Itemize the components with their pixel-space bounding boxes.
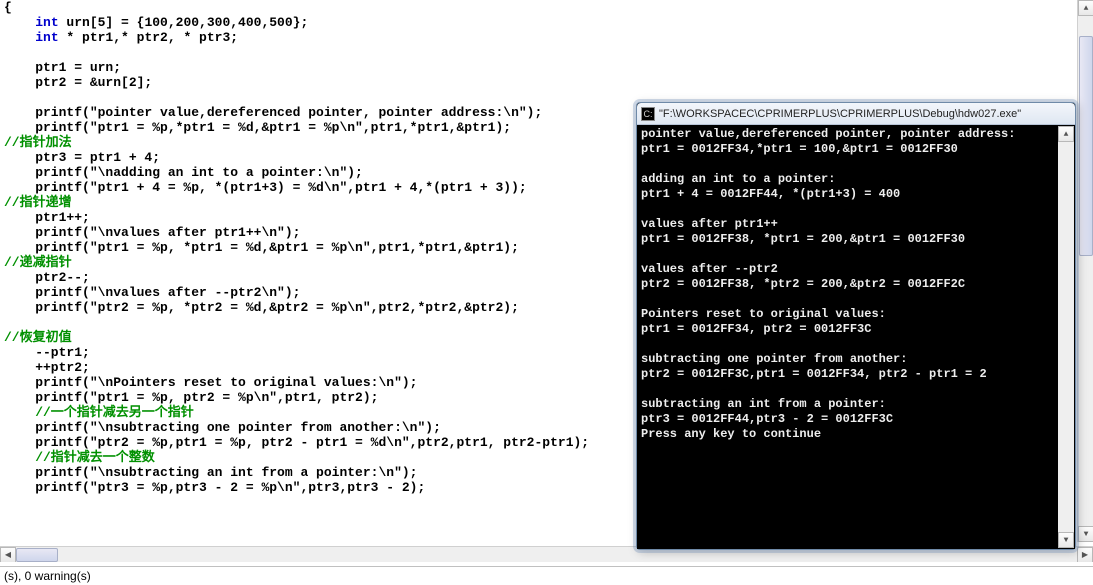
console-titlebar[interactable]: C: "F:\WORKSPACEC\CPRIMERPLUS\CPRIMERPLU… xyxy=(637,103,1075,125)
console-line: ptr2 = 0012FF38, *ptr2 = 200,&ptr2 = 001… xyxy=(641,277,1071,292)
code-line[interactable] xyxy=(4,45,1089,60)
console-line: values after --ptr2 xyxy=(641,262,1071,277)
console-line xyxy=(641,247,1071,262)
console-line: ptr1 = 0012FF34,*ptr1 = 100,&ptr1 = 0012… xyxy=(641,142,1071,157)
console-line: ptr1 = 0012FF34, ptr2 = 0012FF3C xyxy=(641,322,1071,337)
scroll-down-button[interactable]: ▼ xyxy=(1078,526,1093,542)
console-line: pointer value,dereferenced pointer, poin… xyxy=(641,127,1071,142)
scroll-up-button[interactable]: ▲ xyxy=(1078,0,1093,16)
console-line: subtracting an int from a pointer: xyxy=(641,397,1071,412)
scroll-track-v[interactable] xyxy=(1078,16,1093,526)
code-line[interactable]: ptr2 = &urn[2]; xyxy=(4,75,1089,90)
code-line[interactable]: { xyxy=(4,0,1089,15)
console-line: ptr3 = 0012FF44,ptr3 - 2 = 0012FF3C xyxy=(641,412,1071,427)
console-scroll-up-button[interactable]: ▲ xyxy=(1058,126,1074,142)
console-line: subtracting one pointer from another: xyxy=(641,352,1071,367)
console-line: Press any key to continue xyxy=(641,427,1071,442)
code-line[interactable]: int * ptr1,* ptr2, * ptr3; xyxy=(4,30,1089,45)
console-line: Pointers reset to original values: xyxy=(641,307,1071,322)
console-title-text: "F:\WORKSPACEC\CPRIMERPLUS\CPRIMERPLUS\D… xyxy=(659,108,1021,120)
code-line[interactable]: int urn[5] = {100,200,300,400,500}; xyxy=(4,15,1089,30)
console-line: values after ptr1++ xyxy=(641,217,1071,232)
console-line xyxy=(641,337,1071,352)
scroll-left-button[interactable]: ◀ xyxy=(0,547,16,562)
editor-vertical-scrollbar[interactable]: ▲ ▼ xyxy=(1077,0,1093,542)
console-scroll-track[interactable] xyxy=(1058,142,1074,532)
status-bar: (s), 0 warning(s) xyxy=(0,566,1093,584)
console-line: ptr1 + 4 = 0012FF44, *(ptr1+3) = 400 xyxy=(641,187,1071,202)
console-window[interactable]: C: "F:\WORKSPACEC\CPRIMERPLUS\CPRIMERPLU… xyxy=(636,102,1076,550)
console-line xyxy=(641,157,1071,172)
scroll-thumb-v[interactable] xyxy=(1079,36,1093,256)
console-line xyxy=(641,202,1071,217)
console-line: adding an int to a pointer: xyxy=(641,172,1071,187)
console-line xyxy=(641,292,1071,307)
console-icon: C: xyxy=(641,107,655,121)
console-vertical-scrollbar[interactable]: ▲ ▼ xyxy=(1058,126,1074,548)
scroll-thumb-h[interactable] xyxy=(16,548,58,562)
console-scroll-down-button[interactable]: ▼ xyxy=(1058,532,1074,548)
console-line: ptr1 = 0012FF38, *ptr1 = 200,&ptr1 = 001… xyxy=(641,232,1071,247)
code-line[interactable]: ptr1 = urn; xyxy=(4,60,1089,75)
status-text: (s), 0 warning(s) xyxy=(4,569,91,583)
console-line: ptr2 = 0012FF3C,ptr1 = 0012FF34, ptr2 - … xyxy=(641,367,1071,382)
console-line xyxy=(641,382,1071,397)
scroll-right-button[interactable]: ▶ xyxy=(1077,547,1093,562)
console-output[interactable]: pointer value,dereferenced pointer, poin… xyxy=(637,125,1075,549)
